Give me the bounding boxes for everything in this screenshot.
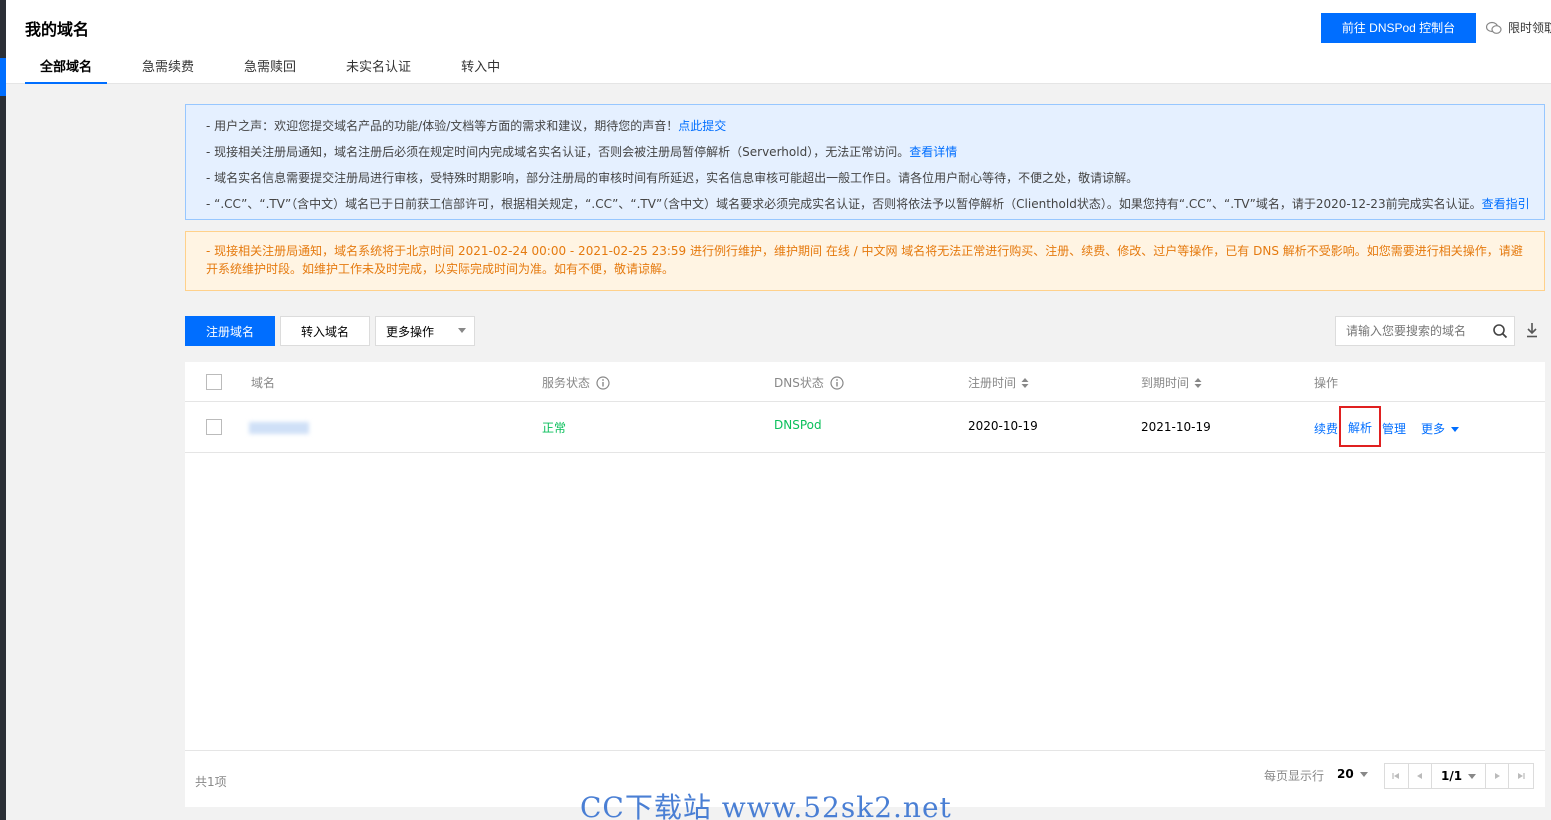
search-icon[interactable]: [1492, 323, 1508, 339]
tab-all-domains[interactable]: 全部域名: [25, 58, 108, 84]
wechat-icon: [1486, 21, 1502, 34]
tab-renew-urgent[interactable]: 急需续费: [127, 58, 209, 84]
top-bar: 我的域名 前往 DNSPod 控制台 限时领取 全部域名 急需续费 急需赎回 未…: [6, 0, 1551, 84]
select-all-checkbox[interactable]: [206, 374, 222, 390]
info-icon[interactable]: [830, 375, 844, 390]
warning-text: - 现接相关注册局通知，域名系统将于北京时间 2021-02-24 00:00 …: [206, 244, 1523, 276]
view-details-link[interactable]: 查看详情: [909, 145, 957, 159]
last-page-icon: [1518, 773, 1525, 779]
last-page-button[interactable]: [1509, 764, 1533, 788]
row-checkbox[interactable]: [206, 419, 222, 435]
dnspod-console-button[interactable]: 前往 DNSPod 控制台: [1321, 13, 1476, 43]
notice-line-4: - “.CC”、“.TV”（含中文）域名已于日前获工信部许可，根据相关规定，“.…: [206, 197, 1530, 211]
sort-icon: [1021, 377, 1029, 388]
header-ops: 操作: [1314, 376, 1339, 390]
next-page-button[interactable]: [1486, 764, 1510, 788]
search-box: [1335, 316, 1515, 346]
per-page-label: 每页显示行: [1264, 769, 1325, 783]
header-dns-status: DNS状态: [774, 374, 844, 391]
header-service-status: 服务状态: [542, 374, 610, 391]
per-page-select[interactable]: 20: [1337, 767, 1368, 781]
main-content: - 用户之声：欢迎您提交域名产品的功能/体验/文档等方面的需求和建议，期待您的声…: [6, 84, 1551, 820]
info-notice: - 用户之声：欢迎您提交域名产品的功能/体验/文档等方面的需求和建议，期待您的声…: [185, 104, 1545, 220]
tab-unverified[interactable]: 未实名认证: [331, 58, 426, 84]
total-count: 共1项: [195, 775, 227, 789]
notice-line-1: - 用户之声：欢迎您提交域名产品的功能/体验/文档等方面的需求和建议，期待您的声…: [206, 119, 727, 133]
feedback-link[interactable]: 点此提交: [678, 119, 726, 133]
tab-transferring[interactable]: 转入中: [446, 58, 515, 84]
expire-time-value: 2021-10-19: [1141, 420, 1211, 434]
table-header: 域名 服务状态 DNS状态 注册时间 到期时间 操作: [185, 362, 1545, 402]
promo-label: 限时领取: [1508, 21, 1551, 35]
tab-redeem-urgent[interactable]: 急需赎回: [229, 58, 311, 84]
sort-icon: [1194, 377, 1202, 388]
domain-tabs: 全部域名 急需续费 急需赎回 未实名认证 转入中: [25, 58, 535, 84]
chevron-down-icon: [1359, 772, 1368, 777]
download-icon[interactable]: [1525, 322, 1539, 338]
view-guide-link[interactable]: 查看指引: [1482, 197, 1530, 211]
table-row: 正常 DNSPod 2020-10-19 2021-10-19 续费 解析 管理…: [185, 402, 1545, 453]
service-status-value: 正常: [542, 421, 567, 435]
manage-link[interactable]: 管理: [1382, 420, 1406, 437]
chevron-down-icon: [1451, 427, 1460, 432]
page-select[interactable]: 1/1: [1432, 764, 1486, 788]
more-ops-dropdown[interactable]: 更多: [1421, 420, 1460, 437]
transfer-domain-button[interactable]: 转入域名: [280, 316, 370, 346]
info-icon[interactable]: [596, 375, 610, 390]
promo-link[interactable]: 限时领取: [1486, 19, 1551, 36]
page-title: 我的域名: [25, 20, 90, 39]
domain-name-redacted[interactable]: [249, 422, 309, 434]
more-actions-dropdown[interactable]: 更多操作: [375, 316, 475, 346]
dns-status-value: DNSPod: [774, 418, 822, 432]
maintenance-warning: - 现接相关注册局通知，域名系统将于北京时间 2021-02-24 00:00 …: [185, 231, 1545, 291]
next-page-icon: [1495, 773, 1500, 779]
renew-link[interactable]: 续费: [1314, 420, 1338, 437]
highlight-box: [1339, 406, 1381, 447]
reg-time-value: 2020-10-19: [968, 419, 1038, 433]
first-page-button[interactable]: [1385, 764, 1409, 788]
pagination: 1/1: [1384, 763, 1534, 789]
prev-page-icon: [1417, 773, 1423, 779]
register-domain-button[interactable]: 注册域名: [185, 316, 275, 346]
header-domain: 域名: [251, 376, 276, 390]
first-page-icon: [1392, 773, 1400, 779]
notice-line-2: - 现接相关注册局通知，域名注册后必须在规定时间内完成域名实名认证，否则会被注册…: [206, 145, 958, 159]
domain-table: 域名 服务状态 DNS状态 注册时间 到期时间 操作 正常 DNSPod 202…: [185, 362, 1545, 807]
chevron-down-icon: [1468, 773, 1477, 779]
watermark: CC下载站 www.52sk2.net: [580, 791, 952, 820]
notice-line-3: - 域名实名信息需要提交注册局进行审核，受特殊时期影响，部分注册局的审核时间有所…: [206, 171, 1139, 185]
prev-page-button[interactable]: [1409, 764, 1433, 788]
header-reg-time[interactable]: 注册时间: [968, 374, 1029, 391]
domain-search-input[interactable]: [1336, 317, 1486, 345]
chevron-down-icon: [458, 328, 466, 333]
header-expire-time[interactable]: 到期时间: [1141, 374, 1202, 391]
toolbar: 注册域名 转入域名 更多操作: [185, 316, 1545, 346]
